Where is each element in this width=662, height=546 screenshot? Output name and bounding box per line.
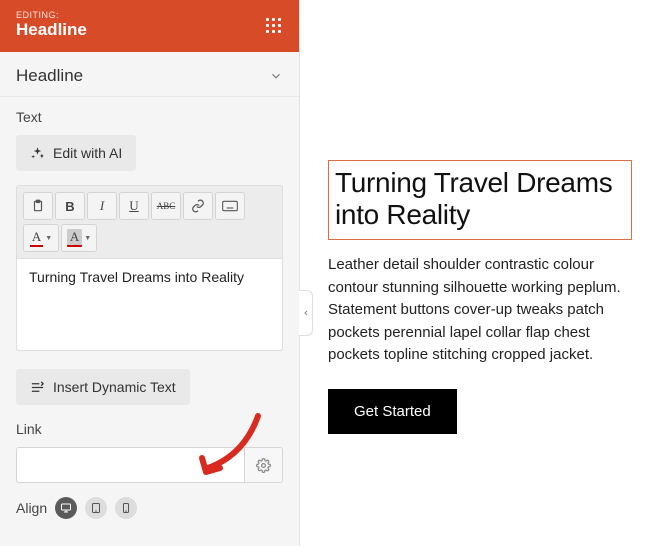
editor-panel: EDITING: Headline Headline Text Edit wit… xyxy=(0,0,300,546)
preview-canvas: Turning Travel Dreams into Reality Leath… xyxy=(300,0,662,546)
align-row: Align xyxy=(16,497,283,519)
link-field-label: Link xyxy=(16,421,283,437)
panel-header: EDITING: Headline xyxy=(0,0,299,52)
chevron-left-icon xyxy=(302,307,310,319)
tablet-icon xyxy=(90,502,102,514)
edit-with-ai-label: Edit with AI xyxy=(53,145,122,161)
link-settings-button[interactable] xyxy=(245,447,283,483)
device-tablet-button[interactable] xyxy=(85,497,107,519)
sparkle-icon xyxy=(30,146,45,161)
device-mobile-button[interactable] xyxy=(115,497,137,519)
mobile-icon xyxy=(120,502,132,514)
text-color-glyph: A xyxy=(30,229,43,247)
paste-button[interactable] xyxy=(23,192,53,220)
keyboard-button[interactable] xyxy=(215,192,245,220)
rich-text-toolbar: B I U ABC A▼ A▼ xyxy=(16,185,283,259)
insert-dynamic-text-label: Insert Dynamic Text xyxy=(53,379,176,395)
editing-label: EDITING: xyxy=(16,10,87,20)
section-title: Headline xyxy=(16,66,83,86)
keyboard-icon xyxy=(222,200,238,212)
bg-color-glyph: A xyxy=(67,229,82,247)
text-color-button[interactable]: A▼ xyxy=(23,224,59,252)
italic-button[interactable]: I xyxy=(87,192,117,220)
clipboard-icon xyxy=(31,199,45,213)
preview-headline[interactable]: Turning Travel Dreams into Reality xyxy=(328,160,632,240)
link-icon xyxy=(191,199,205,213)
gear-icon xyxy=(256,458,271,473)
bold-button[interactable]: B xyxy=(55,192,85,220)
section-header[interactable]: Headline xyxy=(0,52,299,97)
chevron-down-icon xyxy=(269,69,283,83)
align-label: Align xyxy=(16,500,47,516)
underline-button[interactable]: U xyxy=(119,192,149,220)
text-field-label: Text xyxy=(16,109,283,125)
block-name: Headline xyxy=(16,20,87,40)
collapse-panel-handle[interactable] xyxy=(299,290,313,336)
dynamic-text-icon xyxy=(30,380,45,395)
strikethrough-button[interactable]: ABC xyxy=(151,192,181,220)
edit-with-ai-button[interactable]: Edit with AI xyxy=(16,135,136,171)
insert-dynamic-text-button[interactable]: Insert Dynamic Text xyxy=(16,369,190,405)
cta-button[interactable]: Get Started xyxy=(328,389,457,434)
bg-color-button[interactable]: A▼ xyxy=(61,224,97,252)
desktop-icon xyxy=(60,502,72,514)
device-desktop-button[interactable] xyxy=(55,497,77,519)
modules-grid-icon[interactable] xyxy=(263,15,283,35)
panel-body: Text Edit with AI B I U ABC xyxy=(0,97,299,546)
headline-text-editor[interactable]: Turning Travel Dreams into Reality xyxy=(16,259,283,351)
preview-body-text: Leather detail shoulder contrastic colou… xyxy=(328,254,632,367)
link-button[interactable] xyxy=(183,192,213,220)
link-row xyxy=(16,447,283,483)
link-input[interactable] xyxy=(16,447,245,483)
